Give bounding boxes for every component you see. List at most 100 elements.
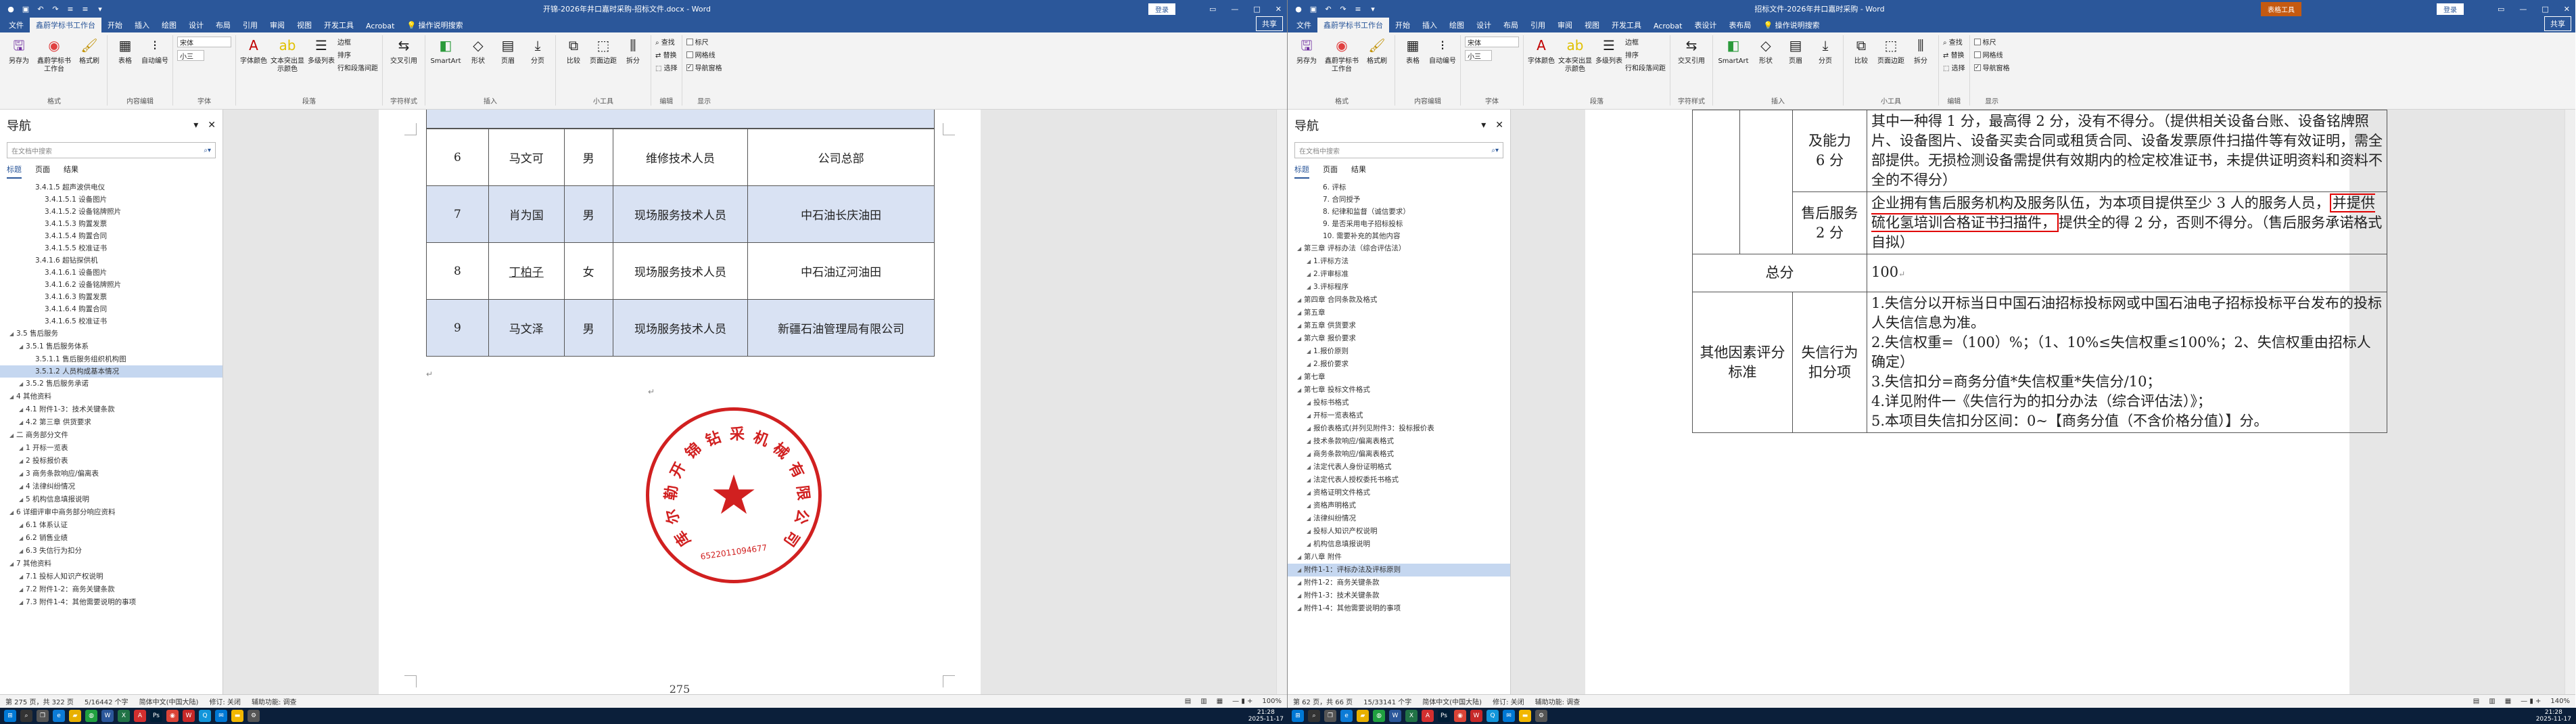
nav-heading-item[interactable]: ◢ 1.报价原则 <box>1288 345 1510 358</box>
nav-heading-item[interactable]: ◢ 法定代表人授权委托书格式 <box>1288 474 1510 487</box>
expand-toggle-icon[interactable]: ◢ <box>1307 256 1313 268</box>
nav-heading-item[interactable]: ◢ 3.评标程序 <box>1288 281 1510 294</box>
edge-icon[interactable]: e <box>1340 710 1353 722</box>
nav-tab[interactable]: 页面 <box>1323 164 1338 179</box>
ribbon-tab[interactable]: 开始 <box>1389 18 1416 32</box>
expand-toggle-icon[interactable]: ◢ <box>19 571 26 583</box>
expand-toggle-icon[interactable]: ◢ <box>19 455 26 468</box>
gridlines-checkbox[interactable]: 网格线 <box>1973 49 2010 60</box>
qq-icon[interactable]: Q <box>199 710 211 722</box>
find-button[interactable]: ⌕ 查找 <box>655 37 678 47</box>
ribbon-tab[interactable]: 表布局 <box>1723 18 1757 32</box>
read-mode-icon[interactable]: ▤ <box>1185 698 1191 705</box>
page-count[interactable]: 第 275 页，共 322 页 <box>5 696 74 706</box>
ribbon-tab[interactable]: 视图 <box>1578 18 1606 32</box>
expand-toggle-icon[interactable]: ◢ <box>19 520 26 532</box>
align-center-icon[interactable]: ≡ <box>80 3 91 14</box>
wechat-icon[interactable]: ◍ <box>85 710 97 722</box>
ribbon-tab[interactable]: 开始 <box>101 18 128 32</box>
expand-toggle-icon[interactable]: ◢ <box>1307 461 1313 474</box>
expand-toggle-icon[interactable]: ◢ <box>1297 384 1304 397</box>
nav-heading-item[interactable]: 3.4.1.5.5 校准证书 <box>0 242 223 254</box>
nav-heading-item[interactable]: ◢ 第八章 附件 <box>1288 551 1510 564</box>
border-button[interactable]: 边框 <box>337 37 378 47</box>
nav-heading-item[interactable]: ◢ 7.3 附件1-4：其他需要说明的事项 <box>0 596 223 609</box>
nav-heading-item[interactable]: 8. 纪律和监督（诚信要求） <box>1288 206 1510 218</box>
undo-icon[interactable]: ↶ <box>35 3 46 14</box>
search-icon[interactable]: ⌕ <box>20 710 32 722</box>
expand-toggle-icon[interactable]: ◢ <box>19 494 26 506</box>
qa-more-icon[interactable]: ▾ <box>95 3 106 14</box>
nav-heading-item[interactable]: ◢ 1 开标一览表 <box>0 442 223 455</box>
page-count[interactable]: 第 62 页，共 66 页 <box>1293 696 1353 706</box>
nav-heading-item[interactable]: ◢ 投标人知识产权说明 <box>1288 525 1510 538</box>
start-icon[interactable]: ⊞ <box>1292 710 1304 722</box>
nav-heading-item[interactable]: ◢ 3.5.2 售后服务承诺 <box>0 378 223 390</box>
ribbon-tab[interactable]: 插入 <box>128 18 156 32</box>
zoom-slider[interactable]: — ▮ + <box>1232 698 1252 705</box>
nav-heading-item[interactable]: ◢ 第四章 合同条款及格式 <box>1288 294 1510 307</box>
tell-me-search[interactable]: 💡 操作说明搜索 <box>400 18 469 32</box>
nav-close-icon[interactable]: ✕ <box>1495 120 1503 131</box>
font-name-combo[interactable]: 宋体 <box>1465 37 1519 47</box>
ribbon-tab[interactable]: 绘图 <box>1443 18 1470 32</box>
task-view-icon[interactable]: ❐ <box>37 710 49 722</box>
redo-icon[interactable]: ↷ <box>1338 3 1349 14</box>
save-icon[interactable]: ▣ <box>1308 3 1319 14</box>
nav-heading-item[interactable]: ◢ 6 详细评审中商务部分响应资料 <box>0 506 223 519</box>
wechat-icon[interactable]: ◍ <box>1373 710 1385 722</box>
zoom-slider[interactable]: — ▮ + <box>2521 698 2541 705</box>
maximize-icon[interactable]: □ <box>1253 5 1260 14</box>
nav-heading-item[interactable]: ◢ 机构信息填报说明 <box>1288 538 1510 551</box>
line-spacing-button[interactable]: 行和段落间距 <box>1625 62 1666 72</box>
font-size-combo[interactable]: 小三 <box>177 50 204 61</box>
nav-heading-item[interactable]: ◢ 第三章 评标办法（综合评估法） <box>1288 242 1510 255</box>
qa-more-icon[interactable]: ▾ <box>1367 3 1378 14</box>
align-left-icon[interactable]: ≡ <box>1353 3 1363 14</box>
nav-heading-item[interactable]: ◢ 商务条款响应/偏离表格式 <box>1288 448 1510 461</box>
share-button[interactable]: 共享 <box>2544 16 2571 31</box>
expand-toggle-icon[interactable]: ◢ <box>19 545 26 558</box>
expand-toggle-icon[interactable]: ◢ <box>1297 371 1304 384</box>
save-icon[interactable]: ▣ <box>20 3 31 14</box>
word-count[interactable]: 5/16442 个字 <box>85 696 128 706</box>
nav-heading-item[interactable]: 3.4.1.5 超声波供电仪 <box>0 181 223 194</box>
expand-toggle-icon[interactable]: ◢ <box>1307 436 1313 448</box>
expand-toggle-icon[interactable]: ◢ <box>19 481 26 493</box>
ribbon-display-icon[interactable]: ▭ <box>1209 5 1216 14</box>
nav-search-input[interactable]: 在文档中搜索 ⌕▾ <box>1294 142 1503 158</box>
expand-toggle-icon[interactable]: ◢ <box>19 341 26 353</box>
ribbon-tab[interactable]: 布局 <box>210 18 237 32</box>
minimize-icon[interactable]: — <box>2519 5 2527 14</box>
ribbon-tab[interactable]: 文件 <box>3 18 30 32</box>
expand-toggle-icon[interactable]: ◢ <box>1297 307 1304 319</box>
line-spacing-button[interactable]: 行和段落间距 <box>337 62 378 72</box>
nav-heading-item[interactable]: 3.4.1.5.4 购置合同 <box>0 230 223 242</box>
accessibility[interactable]: 辅助功能: 调查 <box>1535 696 1580 706</box>
nav-heading-item[interactable]: ◢ 法律纠纷情况 <box>1288 512 1510 525</box>
expand-toggle-icon[interactable]: ◢ <box>1307 397 1313 409</box>
tell-me-search[interactable]: 💡 操作说明搜索 <box>1757 18 1825 32</box>
expand-toggle-icon[interactable]: ◢ <box>19 584 26 596</box>
nav-heading-item[interactable]: 3.4.1.5.3 购置发票 <box>0 218 223 230</box>
search-icon[interactable]: ⌕▾ <box>1491 147 1499 154</box>
task-view-icon[interactable]: ❐ <box>1324 710 1336 722</box>
qq-icon[interactable]: Q <box>1486 710 1499 722</box>
nav-heading-item[interactable]: 3.4.1.6.3 购置发票 <box>0 291 223 303</box>
nav-heading-item[interactable]: ◢ 附件1-2：商务关键条款 <box>1288 576 1510 589</box>
nav-pane-checkbox[interactable]: ✓ 导航窗格 <box>1973 62 2010 72</box>
ribbon-tab[interactable]: 引用 <box>1524 18 1551 32</box>
nav-heading-item[interactable]: 3.4.1.6 超钻探供机 <box>0 254 223 267</box>
nav-search-input[interactable]: 在文档中搜索 ⌕▾ <box>7 142 216 158</box>
search-icon[interactable]: ⌕▾ <box>204 147 211 154</box>
undo-icon[interactable]: ↶ <box>1323 3 1334 14</box>
expand-toggle-icon[interactable]: ◢ <box>1307 526 1313 538</box>
print-layout-icon[interactable]: ▥ <box>2489 698 2495 705</box>
excel-icon[interactable]: X <box>118 710 130 722</box>
close-icon[interactable]: ✕ <box>1275 5 1282 14</box>
nav-heading-item[interactable]: ◢ 第七章 <box>1288 371 1510 384</box>
nav-heading-item[interactable]: ◢ 第六章 报价要求 <box>1288 332 1510 345</box>
sort-button[interactable]: 排序 <box>1625 49 1666 60</box>
word-count[interactable]: 15/33141 个字 <box>1363 696 1411 706</box>
expand-toggle-icon[interactable]: ◢ <box>1307 410 1313 422</box>
